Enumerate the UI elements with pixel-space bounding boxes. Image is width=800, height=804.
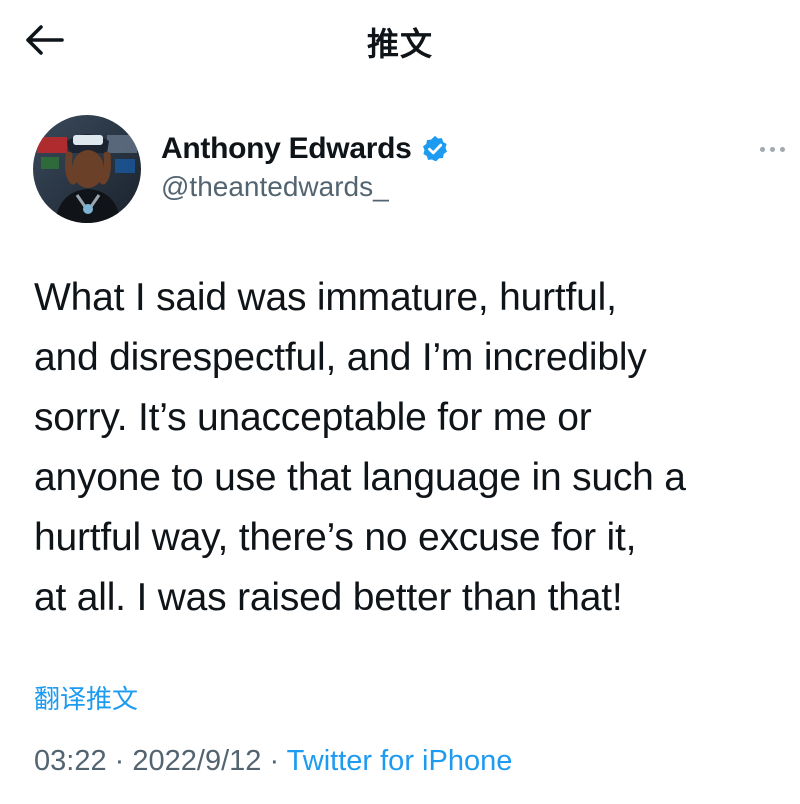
tweet-text: What I said was immature, hurtful, and d… (34, 276, 686, 619)
tweet-source-link[interactable]: Twitter for iPhone (287, 745, 513, 777)
dot-icon (779, 146, 785, 152)
dot-icon (769, 146, 775, 152)
tweet-date[interactable]: 2022/9/12 (132, 745, 261, 777)
top-bar: 推文 (0, 0, 800, 80)
author-display-name-row[interactable]: Anthony Edwards (161, 132, 450, 166)
avatar-image (33, 115, 141, 223)
author-handle[interactable]: @theantedwards_ (161, 170, 389, 204)
author-display-name: Anthony Edwards (161, 132, 412, 165)
tweet-time[interactable]: 03:22 (34, 745, 107, 777)
verified-badge-icon (422, 135, 447, 162)
meta-separator: · (114, 745, 125, 777)
tweet-meta: 03:22 · 2022/9/12 · Twitter for iPhone (34, 742, 512, 780)
avatar[interactable] (33, 115, 141, 223)
meta-separator: · (269, 745, 280, 777)
more-options-button[interactable] (752, 142, 792, 156)
tweet-detail-page: 推文 Anthony Edwards @theantedwards_ What … (0, 0, 800, 804)
translate-tweet-link[interactable]: 翻译推文 (34, 679, 138, 716)
page-title: 推文 (366, 25, 433, 63)
dot-icon (759, 146, 765, 152)
